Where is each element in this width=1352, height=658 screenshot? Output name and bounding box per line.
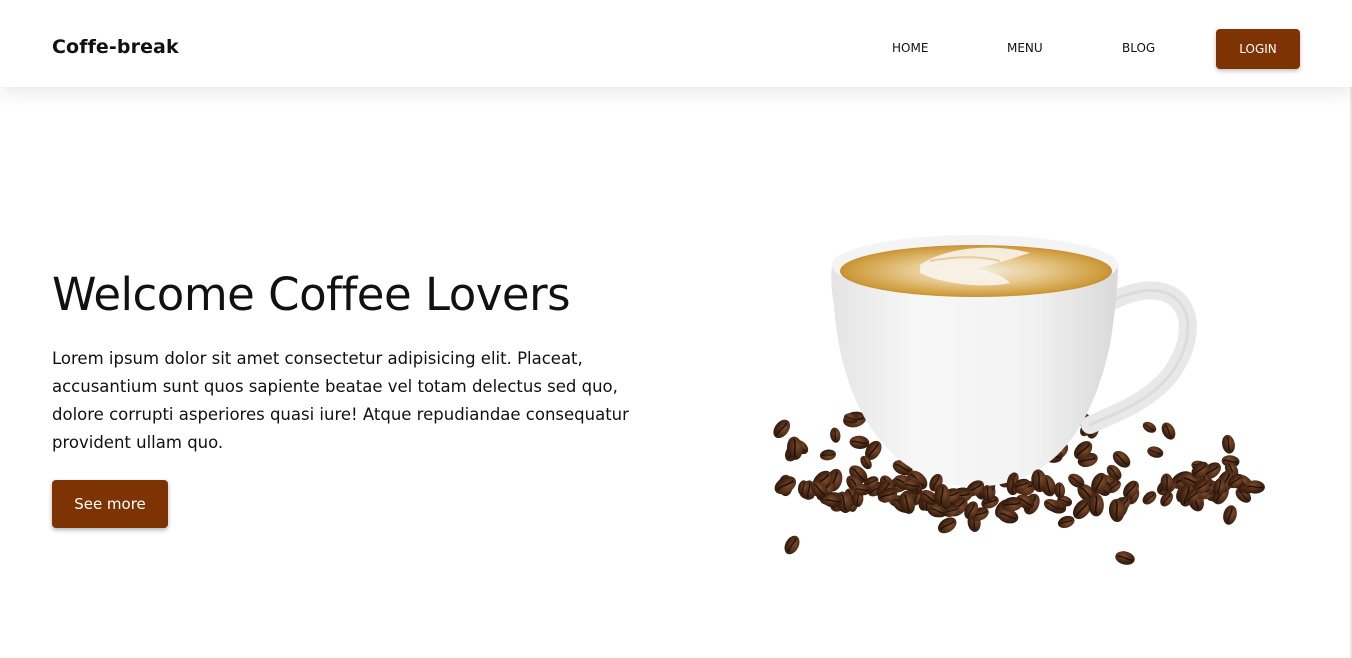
see-more-button[interactable]: See more — [52, 480, 168, 528]
coffee-bean-icon — [830, 427, 841, 443]
brand-logo[interactable]: Coffe-break — [52, 36, 179, 58]
coffee-bean-icon — [784, 535, 800, 555]
coffee-bean-icon — [1142, 491, 1157, 505]
coffee-bean-icon — [1161, 422, 1176, 440]
login-button[interactable]: LOGIN — [1216, 29, 1300, 69]
coffee-bean-icon — [1147, 446, 1164, 458]
coffee-bean-icon — [1223, 505, 1237, 525]
coffee-bean-icon — [849, 435, 870, 449]
hero-description: Lorem ipsum dolor sit amet consectetur a… — [52, 349, 629, 452]
hero-title: Welcome Coffee Lovers — [52, 268, 571, 321]
coffee-bean-icon — [819, 449, 836, 461]
coffee-bean-icon — [1142, 421, 1157, 433]
coffee-cup-image — [773, 235, 1265, 565]
coffee-bean-icon — [937, 517, 957, 534]
coffee-bean-icon — [1057, 515, 1075, 529]
coffee-bean-icon — [1222, 434, 1235, 454]
coffee-bean-icon — [773, 419, 791, 439]
site-header: Coffe-break HOME MENU BLOG LOGIN — [0, 0, 1352, 87]
nav-menu-link[interactable]: MENU — [1007, 41, 1043, 55]
nav-blog-link[interactable]: BLOG — [1122, 41, 1155, 55]
nav-home-link[interactable]: HOME — [892, 41, 928, 55]
coffee-bean-icon — [1115, 551, 1135, 565]
